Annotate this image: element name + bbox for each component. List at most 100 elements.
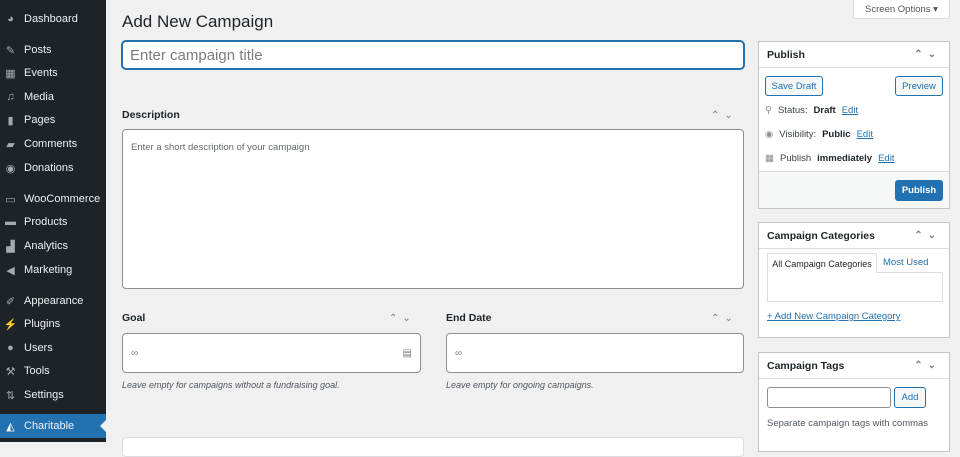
status-value: Draft: [813, 105, 836, 116]
tags-help: Separate campaign tags with commas: [767, 418, 929, 429]
goal-help: Leave empty for campaigns without a fund…: [122, 380, 340, 390]
media-icon: ♫: [6, 91, 15, 103]
sidebar-item-pages[interactable]: ▮ Pages: [0, 109, 106, 131]
brush-icon: ✐: [5, 295, 16, 308]
end-date-label: End Date: [446, 312, 492, 324]
analytics-icon: ▟: [6, 240, 15, 253]
tags-title: Campaign Tags: [767, 359, 845, 372]
comment-icon: ▰: [6, 138, 15, 151]
calendar-icon: ▦: [5, 67, 16, 80]
page-title: Add New Campaign: [122, 12, 274, 31]
sidebar-item-comments[interactable]: ▰ Comments: [0, 133, 106, 155]
publish-actions: Publish: [759, 171, 949, 208]
preview-button[interactable]: Preview: [895, 76, 943, 96]
sidebar-item-marketing[interactable]: ◀ Marketing: [0, 259, 106, 281]
charitable-icon: ◭: [6, 420, 15, 433]
sidebar-item-woocommerce[interactable]: ▭ WooCommerce: [0, 188, 106, 210]
publish-panel-title: Publish: [767, 48, 805, 61]
wrench-icon: ⚒: [5, 365, 16, 378]
sidebar-item-label: Donations: [24, 162, 74, 174]
user-icon: ●: [7, 342, 14, 354]
status-label: Status:: [777, 105, 808, 116]
goal-input[interactable]: ∞ ▤: [122, 333, 421, 373]
sidebar-item-label: Dashboard: [24, 13, 78, 25]
add-category-link[interactable]: + Add New Campaign Category: [767, 311, 900, 322]
sidebar-item-products[interactable]: ▬ Products: [0, 211, 106, 233]
sidebar-item-tools[interactable]: ⚒ Tools: [0, 360, 106, 382]
edit-publish-time-link[interactable]: Edit: [878, 153, 894, 164]
sidebar-item-label: Plugins: [24, 318, 61, 330]
sidebar-item-analytics[interactable]: ▟ Analytics: [0, 235, 106, 257]
end-date-help: Leave empty for ongoing campaigns.: [446, 380, 594, 390]
categories-title: Campaign Categories: [767, 229, 875, 242]
sidebar-item-label: Pages: [24, 114, 56, 126]
products-icon: ▬: [5, 216, 16, 228]
panel-toggle-arrows[interactable]: ⌃⌄: [914, 360, 941, 371]
panel-toggle-arrows[interactable]: ⌃⌄: [914, 230, 941, 241]
sidebar-item-settings[interactable]: ⇅ Settings: [0, 384, 106, 406]
sidebar-item-posts[interactable]: ✎ Posts: [0, 39, 106, 61]
goal-value: ∞: [131, 347, 139, 359]
tab-most-used[interactable]: Most Used: [883, 257, 928, 268]
visibility-value: Public: [822, 129, 851, 140]
sidebar-item-label: Analytics: [24, 240, 69, 252]
calendar-icon: ▦: [765, 153, 774, 164]
pin-icon: ✎: [5, 44, 16, 57]
sidebar-item-label: Media: [24, 91, 54, 103]
sidebar-item-label: Users: [24, 342, 53, 354]
goal-label: Goal: [122, 312, 146, 324]
category-list: [767, 272, 943, 302]
sidebar-item-donations[interactable]: ◉ Donations: [0, 157, 106, 179]
campaign-tags-panel: Campaign Tags ⌃⌄ Add Separate campaign ta…: [758, 352, 950, 452]
pages-icon: ▮: [7, 114, 14, 127]
description-textarea[interactable]: Enter a short description of your campai…: [122, 129, 744, 289]
goal-move-arrows[interactable]: ⌃⌄: [389, 313, 416, 324]
sidebar-item-charitable[interactable]: ◭ Charitable: [0, 414, 106, 438]
sidebar-item-label: Posts: [24, 44, 52, 56]
sidebar-item-appearance[interactable]: ✐ Appearance: [0, 290, 106, 312]
description-move-arrows[interactable]: ⌃⌄: [711, 110, 738, 121]
save-draft-button[interactable]: Save Draft: [765, 76, 823, 96]
end-date-move-arrows[interactable]: ⌃⌄: [711, 313, 738, 324]
edit-status-link[interactable]: Edit: [842, 105, 858, 116]
sidebar-item-media[interactable]: ♫ Media: [0, 86, 106, 108]
megaphone-icon: ◀: [6, 264, 15, 277]
woo-icon: ▭: [5, 193, 16, 206]
sidebar-item-dashboard[interactable]: ◕ Dashboard: [0, 8, 106, 30]
donations-icon: ◉: [5, 162, 16, 175]
plug-icon: ⚡: [3, 318, 18, 331]
sidebar-item-events[interactable]: ▦ Events: [0, 62, 106, 84]
next-metabox: [122, 437, 744, 457]
sidebar-item-plugins[interactable]: ⚡ Plugins: [0, 313, 106, 335]
panel-toggle-arrows[interactable]: ⌃⌄: [914, 49, 941, 60]
sidebar-item-users[interactable]: ● Users: [0, 337, 106, 359]
publish-panel: Publish ⌃⌄ Save Draft Preview ⚲ Status: Dra…: [758, 41, 950, 209]
sidebar-item-label: Settings: [24, 389, 64, 401]
sidebar-item-label: Tools: [24, 365, 50, 377]
publish-button[interactable]: Publish: [895, 180, 943, 201]
visibility-label: Visibility:: [779, 129, 817, 140]
sidebar-item-label: Products: [24, 216, 68, 228]
description-label: Description: [122, 109, 180, 121]
sidebar-item-label: Comments: [24, 138, 78, 150]
publish-time-value: immediately: [817, 153, 873, 164]
edit-visibility-link[interactable]: Edit: [857, 129, 873, 140]
tab-all-categories[interactable]: All Campaign Categories: [767, 253, 877, 273]
end-date-input[interactable]: ∞: [446, 333, 744, 373]
pin-icon: ⚲: [765, 105, 772, 116]
add-tag-button[interactable]: Add: [894, 387, 926, 408]
campaign-categories-panel: Campaign Categories ⌃⌄ All Campaign Categ…: [758, 222, 950, 338]
sidebar-item-label: Marketing: [24, 264, 73, 276]
sidebar-item-label: Events: [24, 67, 58, 79]
settings-icon: ⇅: [5, 389, 16, 402]
tag-input[interactable]: [767, 387, 891, 408]
campaign-title-input[interactable]: Enter campaign title: [122, 41, 744, 69]
dashboard-icon: ◕: [7, 13, 14, 25]
publish-time-label: Publish: [779, 153, 812, 164]
admin-sidebar: ◕ Dashboard ✎ Posts ▦ Events ♫ Media ▮ Pages ▰ Comm…: [0, 0, 106, 442]
sidebar-item-label: Appearance: [24, 295, 84, 307]
screen-options-button[interactable]: Screen Options ▾: [853, 0, 950, 19]
sidebar-item-label: Charitable: [24, 420, 75, 432]
form-icon: ▤: [402, 347, 412, 359]
eye-icon: ◉: [765, 129, 774, 140]
